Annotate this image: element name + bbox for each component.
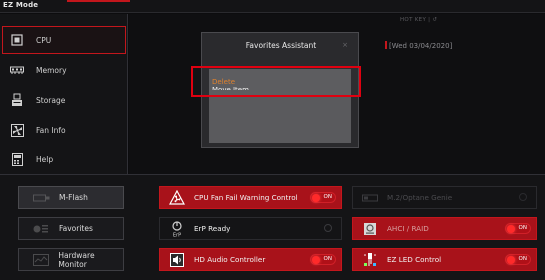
date-display: [Wed 03/04/2020]	[385, 41, 452, 50]
m-flash-label: M-Flash	[59, 193, 88, 202]
storage-icon	[10, 93, 24, 107]
ez-mode-label: EZ Mode	[3, 1, 39, 9]
m2-optane-genie-button[interactable]: M.2/Optane Genie	[352, 186, 537, 209]
erp-toggle[interactable]	[310, 223, 336, 234]
ez-led-control-button[interactable]: EZ LED Control ON	[352, 248, 537, 271]
sidebar-item-cpu[interactable]: CPU	[2, 26, 126, 54]
toggle-state: ON	[518, 256, 527, 262]
dialog-title: Favorites Assistant	[245, 41, 317, 50]
hardware-monitor-button[interactable]: Hardware Monitor	[18, 248, 124, 271]
sidebar-item-label: Memory	[36, 65, 67, 75]
audio-icon	[169, 252, 185, 268]
help-icon	[10, 152, 24, 166]
hd-audio-controller-button[interactable]: HD Audio Controller ON	[159, 248, 342, 271]
flash-icon	[33, 191, 51, 205]
toggle-knob	[507, 225, 515, 233]
ahci-icon	[362, 221, 378, 237]
top-bar: EZ Mode	[0, 0, 545, 13]
toggle-knob	[324, 224, 332, 232]
optane-icon	[362, 190, 378, 206]
hotkey-label[interactable]: HOT KEY | ↺	[400, 17, 437, 23]
toggle-state: ON	[518, 225, 527, 231]
hd-audio-toggle[interactable]: ON	[310, 254, 336, 265]
m2-optane-genie-label: M.2/Optane Genie	[387, 193, 453, 202]
fan-warning-icon	[169, 189, 185, 206]
close-icon[interactable]: ×	[342, 41, 348, 49]
sidebar-item-label: Help	[36, 154, 54, 164]
ahci-raid-label: AHCI / RAID	[387, 224, 429, 233]
erp-icon: ErP	[169, 220, 185, 237]
erp-ready-label: ErP Ready	[194, 224, 231, 233]
bottom-panel: M-Flash Favorites Hardware Monitor CPU F…	[0, 174, 545, 280]
sidebar-item-label: Fan Info	[36, 125, 66, 135]
sidebar-item-fan-info[interactable]: Fan Info	[2, 116, 126, 144]
cpu-icon	[10, 33, 24, 47]
hd-audio-controller-label: HD Audio Controller	[194, 255, 266, 264]
cpu-fan-fail-warning-button[interactable]: CPU Fan Fail Warning Control ON	[159, 186, 342, 209]
svg-text:ErP: ErP	[173, 232, 181, 237]
m-flash-button[interactable]: M-Flash	[18, 186, 124, 209]
toggle-knob	[312, 194, 320, 202]
m2-optane-toggle[interactable]	[505, 192, 531, 203]
favorites-button[interactable]: Favorites	[18, 217, 124, 240]
sidebar: CPU Memory Storage Fan Info Help	[0, 14, 128, 174]
sidebar-item-help[interactable]: Help	[2, 145, 126, 173]
erp-ready-button[interactable]: ErP ErP Ready	[159, 217, 342, 240]
sidebar-item-memory[interactable]: Memory	[2, 56, 126, 84]
cpu-fan-fail-warning-label: CPU Fan Fail Warning Control	[194, 193, 298, 202]
monitor-icon	[33, 253, 50, 267]
favorites-icon	[33, 222, 51, 236]
ahci-raid-button[interactable]: AHCI / RAID ON	[352, 217, 537, 240]
hardware-monitor-label: Hardware Monitor	[58, 250, 95, 269]
mode-indicator	[67, 0, 130, 2]
memory-icon	[10, 63, 24, 77]
sidebar-item-label: Storage	[36, 95, 66, 105]
toggle-knob	[519, 193, 527, 201]
sidebar-item-storage[interactable]: Storage	[2, 86, 126, 114]
date-text: [Wed 03/04/2020]	[389, 42, 453, 50]
toggle-knob	[312, 256, 320, 264]
toggle-state: ON	[323, 256, 332, 262]
led-icon	[362, 252, 378, 268]
favorites-label: Favorites	[59, 224, 93, 233]
toggle-knob	[507, 256, 515, 264]
ahci-toggle[interactable]: ON	[505, 223, 531, 234]
selection-highlight-box	[191, 66, 361, 97]
ez-led-control-label: EZ LED Control	[387, 255, 442, 264]
toggle-state: ON	[323, 194, 332, 200]
sidebar-item-label: CPU	[36, 35, 52, 45]
fan-icon	[10, 123, 24, 137]
date-marker	[385, 41, 387, 49]
cpu-fan-toggle[interactable]: ON	[310, 192, 336, 203]
ez-led-toggle[interactable]: ON	[505, 254, 531, 265]
